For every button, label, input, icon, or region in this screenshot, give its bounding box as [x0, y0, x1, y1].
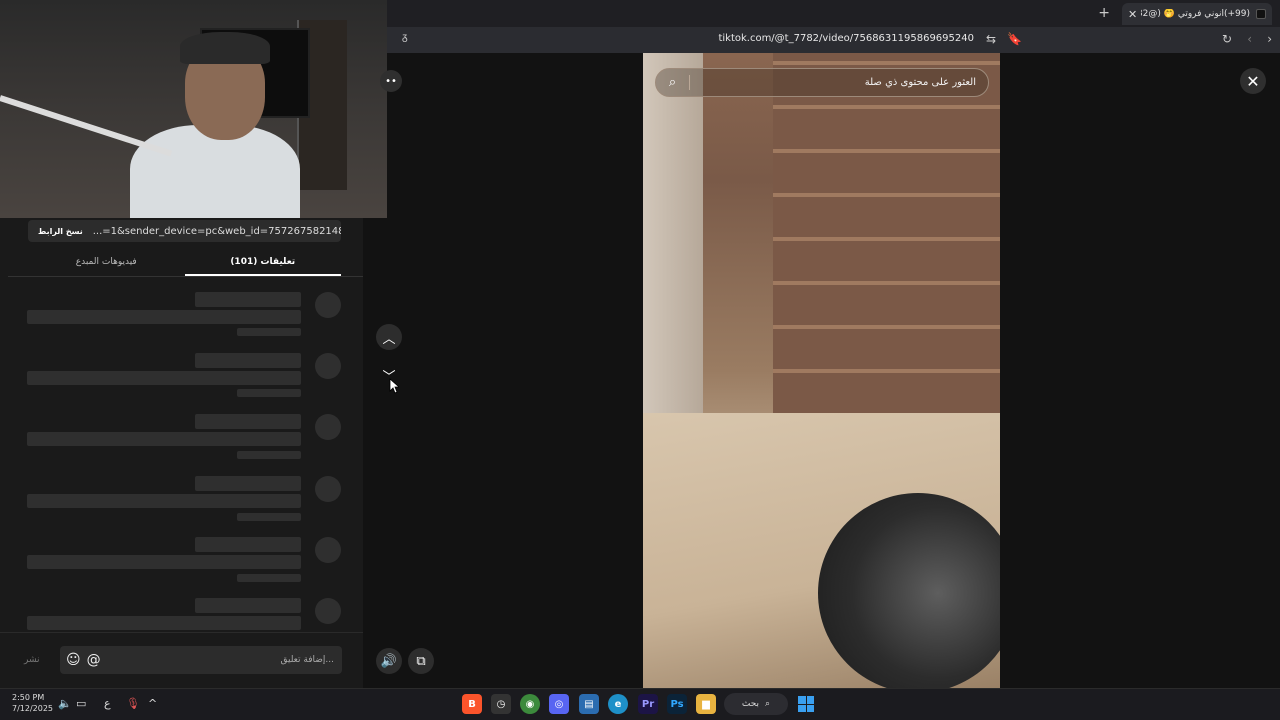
- tab-close-button[interactable]: ✕: [1128, 8, 1137, 21]
- search-icon: ⌕: [765, 699, 771, 709]
- webcam-overlay: [0, 0, 387, 218]
- previous-video-button[interactable]: ︿: [376, 324, 402, 350]
- emoji-icon[interactable]: ☺: [60, 652, 81, 668]
- discord-icon[interactable]: ◎: [549, 694, 569, 714]
- skeleton-line: [237, 389, 301, 397]
- skeleton-line: [27, 310, 301, 324]
- tabs-divider: [8, 276, 363, 277]
- premiere-pro-icon[interactable]: Pr: [638, 694, 658, 714]
- speaker-icon[interactable]: 🔈: [58, 697, 72, 710]
- panel-tabs: فيديوهات المبدع (101) تعليقات: [28, 250, 341, 276]
- share-link-text[interactable]: ...=1&sender_device=pc&web_id=7572675821…: [93, 226, 341, 237]
- skeleton-line: [195, 476, 301, 491]
- microphone-boom-arm: [0, 95, 173, 157]
- skeleton-line: [195, 537, 301, 552]
- video-player[interactable]: [643, 53, 1000, 688]
- skeleton-line: [195, 598, 301, 613]
- extensions-icon[interactable]: ᵹ: [402, 32, 408, 43]
- forward-icon[interactable]: ›: [1267, 32, 1272, 46]
- avatar: [315, 292, 341, 318]
- clock-app-icon[interactable]: ◷: [491, 694, 511, 714]
- avatar: [315, 537, 341, 563]
- network-icon[interactable]: ▭: [76, 697, 86, 710]
- tab-comments[interactable]: (101) تعليقات: [184, 250, 341, 276]
- mention-icon[interactable]: @: [81, 652, 101, 668]
- file-explorer-icon[interactable]: ▆: [696, 694, 716, 714]
- chrome-icon[interactable]: ◉: [520, 694, 540, 714]
- search-icon[interactable]: ⌕: [656, 75, 690, 90]
- taskbar-search[interactable]: بحث ⌕: [724, 693, 788, 715]
- chevron-up-icon: ︿: [382, 331, 396, 347]
- share-link-row: نسخ الرابط ...=1&sender_device=pc&web_id…: [28, 220, 341, 242]
- clock-date: 7/12/2025: [12, 704, 54, 713]
- comment-input[interactable]: ☺ @ إضافة تعليق...: [60, 646, 342, 674]
- skeleton-line: [237, 574, 301, 582]
- input-language[interactable]: ع: [104, 697, 111, 710]
- skeleton-line: [237, 513, 301, 521]
- tab-title: (99+)أنوني فروتي 🤭 (@7782_: [1141, 9, 1250, 19]
- skeleton-line: [27, 432, 301, 446]
- avatar: [315, 476, 341, 502]
- site-settings-icon[interactable]: ⇆: [986, 32, 996, 46]
- more-icon: ••: [385, 75, 397, 87]
- skeleton-line: [237, 328, 301, 336]
- reload-icon[interactable]: ↻: [1222, 32, 1232, 46]
- back-icon[interactable]: ‹: [1247, 32, 1252, 46]
- desktop-app-icon[interactable]: ▤: [579, 694, 599, 714]
- skeleton-line: [27, 371, 301, 385]
- miniplayer-icon: ⧉: [416, 653, 426, 669]
- clock-time: 2:50 PM: [12, 693, 45, 702]
- post-button[interactable]: نشر: [24, 655, 40, 665]
- bookmark-icon[interactable]: 🔖: [1007, 32, 1022, 46]
- miniplayer-button[interactable]: ⧉: [408, 648, 434, 674]
- avatar: [315, 598, 341, 624]
- taskbar-search-label: بحث: [741, 699, 760, 709]
- tray-chevron-up-icon[interactable]: ^: [148, 697, 157, 710]
- browser-tab[interactable]: (99+)أنوني فروتي 🤭 (@7782_ ✕: [1122, 3, 1272, 25]
- streamer-cap: [180, 32, 270, 64]
- system-clock[interactable]: 2:50 PM 7/12/2025: [12, 692, 53, 714]
- skeleton-line: [27, 555, 301, 569]
- search-text: العثور على محتوى ذي صلة: [864, 77, 976, 88]
- close-icon: ✕: [1246, 71, 1260, 91]
- comment-placeholder: إضافة تعليق...: [280, 655, 334, 665]
- edge-icon[interactable]: e: [608, 694, 628, 714]
- skeleton-line: [195, 353, 301, 368]
- skeleton-line: [27, 494, 301, 508]
- more-options-button[interactable]: ••: [380, 70, 402, 92]
- volume-button[interactable]: 🔊: [376, 648, 402, 674]
- skeleton-line: [195, 414, 301, 429]
- avatar: [315, 353, 341, 379]
- microphone-icon[interactable]: 🎙: [126, 697, 140, 710]
- video-brick-wall: [773, 53, 1000, 413]
- avatar: [315, 414, 341, 440]
- new-tab-button[interactable]: +: [1098, 5, 1110, 21]
- brave-browser-icon[interactable]: B: [462, 694, 482, 714]
- url-text[interactable]: tiktok.com/@t_7782/video/756863119586969…: [718, 33, 974, 44]
- video-wall-edge: [643, 53, 703, 413]
- video-search-input[interactable]: ⌕ العثور على محتوى ذي صلة: [655, 68, 989, 97]
- skeleton-line: [237, 451, 301, 459]
- photoshop-icon[interactable]: Ps: [667, 694, 687, 714]
- tiktok-favicon-icon: [1256, 9, 1266, 19]
- windows-start-icon[interactable]: [798, 696, 814, 712]
- volume-icon: 🔊: [380, 653, 398, 669]
- mouse-cursor-icon: [389, 378, 399, 394]
- skeleton-line: [27, 616, 301, 630]
- tab-creator-videos[interactable]: فيديوهات المبدع: [28, 250, 185, 276]
- skeleton-line: [195, 292, 301, 307]
- copy-link-button[interactable]: نسخ الرابط: [28, 227, 93, 236]
- close-button[interactable]: ✕: [1240, 68, 1266, 94]
